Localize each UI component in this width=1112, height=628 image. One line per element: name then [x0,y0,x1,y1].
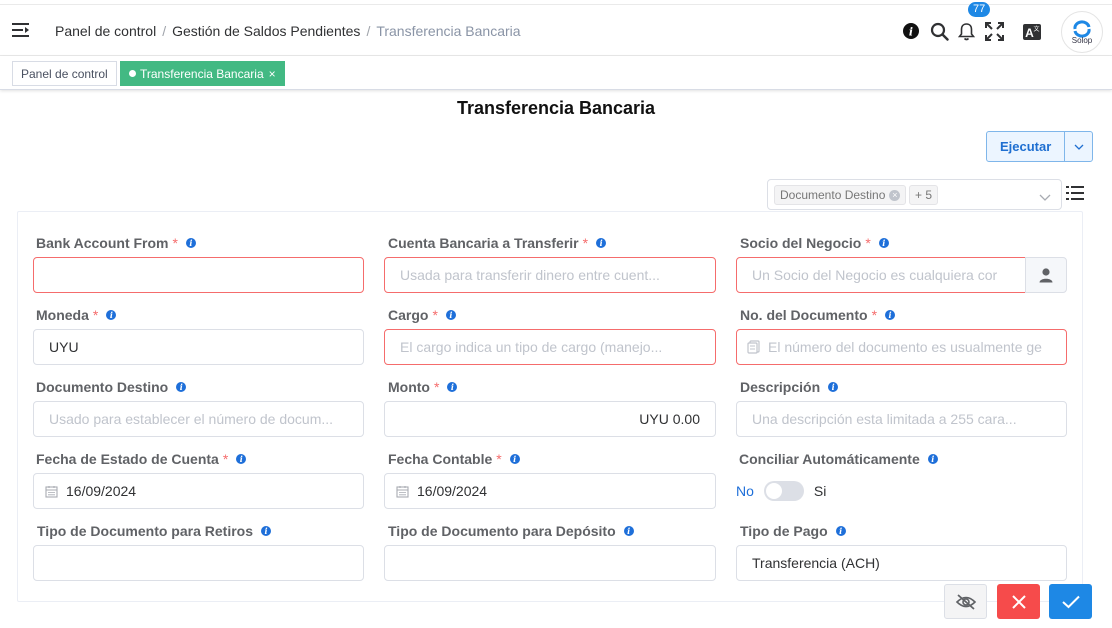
fecha-contable-label: Fecha Contable * i [388,451,520,467]
calendar-icon [45,485,58,498]
cuenta-transferir-label: Cuenta Bancaria a Transferir * i [388,235,607,251]
moneda-label: Moneda * i [36,307,117,323]
bell-icon[interactable] [957,21,975,41]
info-icon[interactable]: i [902,22,920,40]
chevron-down-icon[interactable] [1064,132,1092,161]
chevron-down-icon [1039,189,1051,205]
calendar-icon [396,485,409,498]
monto-label: Monto * i [388,379,458,395]
moneda-select[interactable]: UYU [33,329,364,365]
switch-on-label[interactable]: Si [814,483,826,499]
page-title: Transferencia Bancaria [456,98,656,118]
language-icon[interactable]: A文 [1021,21,1043,41]
field-chip-more-label: + 5 [915,188,933,202]
tipo-pago-label: Tipo de Pago i [740,523,846,539]
info-icon[interactable]: i [878,238,889,248]
monto-input[interactable]: UYU 0.00 [384,401,716,437]
tag-dashboard-label: Panel de control [21,66,108,81]
active-dot-icon [129,70,136,77]
switch-knob [765,483,782,499]
documento-destino-input[interactable]: Usado para establecer el número de docum… [33,401,364,437]
fecha-contable-value: 16/09/2024 [417,483,488,499]
socio-negocio-input[interactable]: Un Socio del Negocio es cualquiera cor [736,257,1026,293]
info-icon[interactable]: i [261,526,271,536]
info-icon[interactable]: i [176,382,187,392]
chip-close-icon[interactable]: × [889,189,901,201]
cuenta-transferir-input[interactable]: Usada para transferir dinero entre cuent… [384,257,716,293]
tag-transferencia[interactable]: Transferencia Bancaria × [120,61,285,86]
tag-transferencia-label: Transferencia Bancaria [140,66,264,81]
user-icon [1039,268,1053,283]
no-documento-placeholder: El número del documento es usualmente ge [768,339,1042,355]
field-chip-documento-destino[interactable]: Documento Destino × [774,185,907,205]
field-chip-more[interactable]: + 5 [909,185,939,205]
avatar-brand-label: Solop [1071,35,1093,45]
confirm-button[interactable] [1049,584,1092,619]
info-icon[interactable]: i [106,310,117,320]
breadcrumb: Panel de control / Gestión de Saldos Pendi… [55,23,521,39]
cargo-label: Cargo * i [388,307,456,323]
check-icon [1061,595,1080,608]
tipo-doc-deposito-label: Tipo de Documento para Depósito i [388,523,634,539]
info-icon[interactable]: i [885,310,896,320]
notification-badge: 77 [968,2,991,17]
tipo-pago-select[interactable]: Transferencia (ACH) [736,545,1067,581]
breadcrumb-item-dashboard[interactable]: Panel de control [55,23,156,39]
documento-destino-label: Documento Destino i [36,379,187,395]
info-icon[interactable]: i [623,526,634,536]
fecha-contable-input[interactable]: 16/09/2024 [384,473,716,509]
conciliar-switch[interactable]: No Si [736,481,826,501]
list-settings-icon[interactable] [1066,185,1084,204]
fullscreen-icon[interactable] [984,21,1004,41]
close-icon [1011,594,1026,609]
execute-button-label: Ejecutar [999,139,1052,154]
document-icon [747,340,760,354]
switch-off-label[interactable]: No [736,483,754,499]
hide-fields-button[interactable] [944,584,987,619]
tag-dashboard[interactable]: Panel de control [12,61,117,86]
tipo-doc-retiros-select[interactable] [33,545,364,581]
search-icon[interactable] [929,21,949,41]
fecha-estado-input[interactable]: 16/09/2024 [33,473,364,509]
menu-toggle-icon[interactable] [12,22,32,38]
fecha-estado-label: Fecha de Estado de Cuenta * i [36,451,247,467]
info-icon[interactable]: i [509,454,520,464]
info-icon[interactable]: i [927,454,938,464]
field-chip-label: Documento Destino [780,188,886,202]
info-icon[interactable]: i [835,526,846,536]
breadcrumb-item-saldos[interactable]: Gestión de Saldos Pendientes [172,23,360,39]
info-icon[interactable]: i [445,310,456,320]
descripcion-input[interactable]: Una descripción esta limitada a 255 cara… [736,401,1067,437]
bank-account-from-input[interactable] [33,257,364,293]
bank-account-from-label: Bank Account From * i [36,235,196,251]
descripcion-label: Descripción i [740,379,839,395]
no-documento-input[interactable]: El número del documento es usualmente ge [736,329,1067,365]
fecha-estado-value: 16/09/2024 [66,483,137,499]
cancel-button[interactable] [997,584,1040,619]
eye-off-icon [955,593,976,610]
info-icon[interactable]: i [596,238,607,248]
info-icon[interactable]: i [236,454,247,464]
socio-search-button[interactable] [1025,257,1067,293]
socio-negocio-label: Socio del Negocio * i [740,235,889,251]
tags-view-bar: Panel de control Transferencia Bancaria … [0,56,1112,90]
no-documento-label: No. del Documento * i [740,307,896,323]
switch-track[interactable] [763,481,804,501]
cargo-input[interactable]: El cargo indica un tipo de cargo (manejo… [384,329,716,365]
tipo-doc-deposito-select[interactable] [384,545,716,581]
info-icon[interactable]: i [447,382,458,392]
conciliar-label: Conciliar Automáticamente i [739,451,938,467]
avatar[interactable]: Solop [1061,11,1103,53]
tipo-doc-retiros-label: Tipo de Documento para Retiros i [37,523,271,539]
breadcrumb-item-current: Transferencia Bancaria [376,23,521,39]
execute-button[interactable]: Ejecutar [986,131,1093,162]
close-tag-icon[interactable]: × [269,67,276,81]
field-selector[interactable]: Documento Destino × + 5 [767,179,1062,210]
svg-text:i: i [909,26,913,39]
svg-text:文: 文 [1033,25,1039,33]
info-icon[interactable]: i [185,238,196,248]
info-icon[interactable]: i [828,382,839,392]
